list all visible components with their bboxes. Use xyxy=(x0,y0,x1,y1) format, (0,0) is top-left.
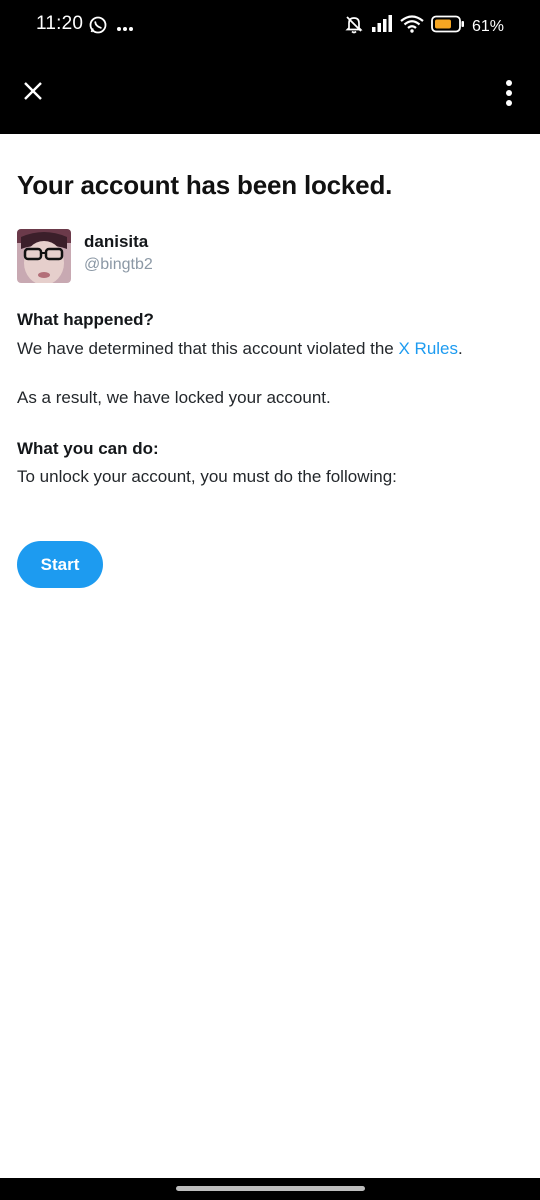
what-you-can-do-heading: What you can do: xyxy=(17,439,159,458)
system-navigation-bar xyxy=(0,1178,540,1200)
home-indicator[interactable] xyxy=(176,1186,365,1191)
battery-percent: 61% xyxy=(471,17,504,35)
violation-text-end: . xyxy=(458,339,463,358)
avatar xyxy=(17,229,71,283)
what-happened-heading: What happened? xyxy=(17,310,154,329)
user-handle: @bingtb2 xyxy=(84,256,153,273)
violation-text: We have determined that this account vio… xyxy=(17,339,399,358)
wifi-icon xyxy=(400,15,424,38)
close-icon xyxy=(23,81,43,106)
page-title: Your account has been locked. xyxy=(17,170,393,200)
start-button[interactable]: Start xyxy=(17,541,103,588)
close-button[interactable] xyxy=(20,80,46,106)
whatsapp-icon xyxy=(88,15,108,40)
bell-muted-icon xyxy=(344,14,364,39)
status-time: 11:20 xyxy=(36,13,84,34)
status-bar: 11:20 61% xyxy=(0,0,540,52)
status-left-icons xyxy=(88,15,134,40)
unlock-instructions-text: To unlock your account, you must do the … xyxy=(17,467,397,486)
what-happened-text: We have determined that this account vio… xyxy=(17,339,463,359)
battery-icon xyxy=(431,15,465,38)
app-bar xyxy=(0,52,540,134)
result-text: As a result, we have locked your account… xyxy=(17,388,331,407)
signal-icon xyxy=(371,15,393,38)
status-right-icons: 61% xyxy=(344,14,504,39)
display-name: danisita xyxy=(84,232,149,251)
x-rules-link[interactable]: X Rules xyxy=(398,339,458,358)
overflow-menu-button[interactable] xyxy=(498,79,520,112)
more-notifications-icon xyxy=(116,19,134,37)
content-area: Your account has been locked. danisita @… xyxy=(0,134,540,1178)
more-vertical-icon xyxy=(505,79,513,112)
